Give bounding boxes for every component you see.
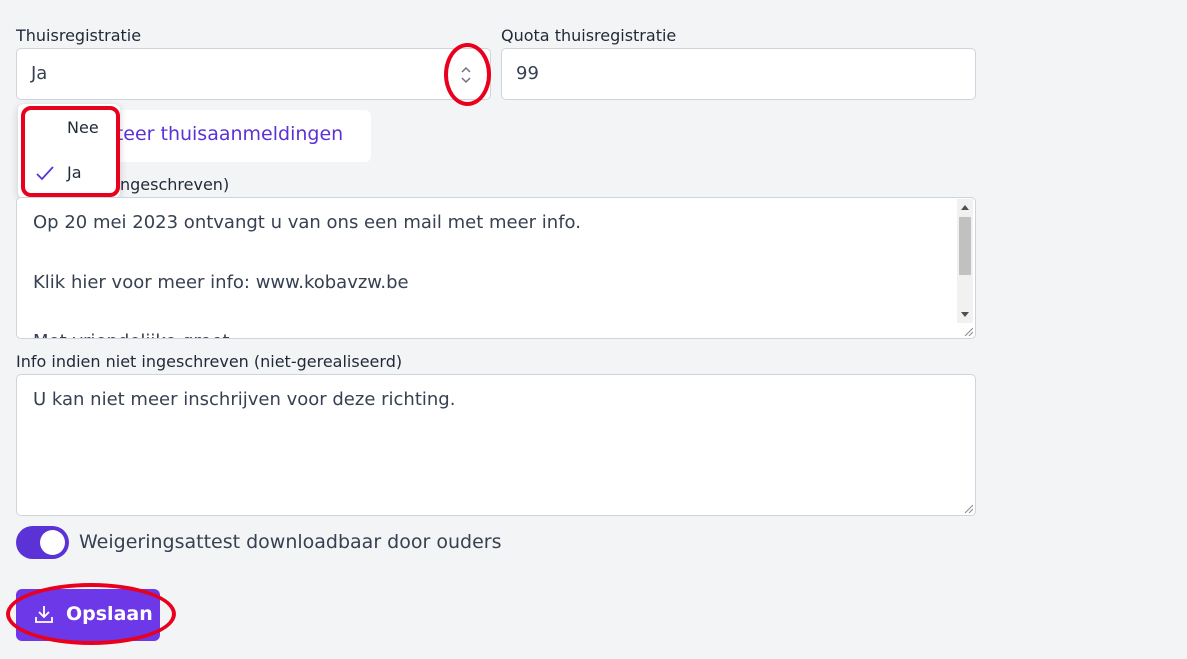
info-ingeschreven-label: ngeschreven) [120, 175, 230, 194]
scroll-up-arrow-icon[interactable] [961, 205, 969, 210]
thuisregistratie-label: Thuisregistratie [16, 26, 142, 45]
quota-label: Quota thuisregistratie [501, 26, 677, 45]
option-nee-label: Nee [67, 118, 99, 137]
textarea-line: Op 20 mei 2023 ontvangt u van ons een ma… [33, 212, 581, 233]
scrollbar-thumb[interactable] [959, 217, 971, 275]
info-niet-ingeschreven-textarea[interactable]: U kan niet meer inschrijven voor deze ri… [16, 374, 976, 516]
info-ingeschreven-textarea[interactable]: Op 20 mei 2023 ontvangt u van ons een ma… [16, 197, 976, 339]
thuisregistratie-dropdown: Nee Ja [18, 104, 120, 198]
export-thuisaanmeldingen-button[interactable]: rteer thuisaanmeldingen [108, 110, 371, 162]
weigeringsattest-toggle[interactable] [16, 526, 69, 559]
save-button-label: Opslaan [66, 603, 153, 625]
info-niet-ingeschreven-label: Info indien niet ingeschreven (niet-gere… [16, 352, 403, 371]
textarea-line: Klik hier voor meer info: www.kobavzw.be [33, 272, 409, 293]
textarea-scrollbar[interactable] [957, 199, 973, 323]
option-ja-label: Ja [67, 163, 82, 182]
save-button[interactable]: Opslaan [16, 589, 160, 641]
scroll-down-arrow-icon[interactable] [961, 312, 969, 317]
checkmark-icon [36, 166, 54, 181]
resize-handle-icon[interactable] [963, 503, 973, 513]
weigeringsattest-label: Weigeringsattest downloadbaar door ouder… [79, 531, 502, 553]
download-icon [35, 606, 53, 623]
textarea-value: U kan niet meer inschrijven voor deze ri… [33, 389, 456, 410]
toggle-knob [40, 530, 65, 555]
chevron-up-down-icon[interactable] [457, 63, 475, 87]
thuisregistratie-select[interactable]: Ja [16, 48, 491, 100]
option-nee[interactable]: Nee [18, 108, 120, 148]
option-ja[interactable]: Ja [18, 153, 120, 193]
export-button-label: rteer thuisaanmeldingen [108, 123, 344, 145]
textarea-line: Met vriendelijke groet [33, 331, 230, 338]
quota-value: 99 [516, 63, 539, 84]
thuisregistratie-value: Ja [31, 63, 48, 84]
resize-handle-icon[interactable] [963, 326, 973, 336]
quota-input[interactable]: 99 [501, 48, 976, 100]
